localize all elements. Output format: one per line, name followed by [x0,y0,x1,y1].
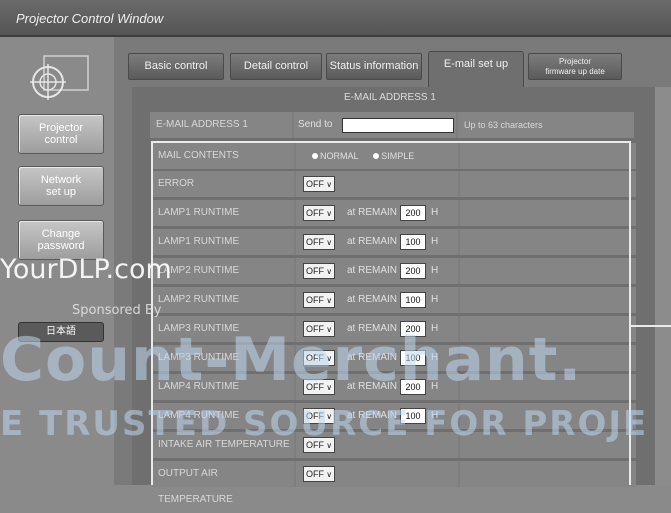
section-title: E-MAIL ADDRESS 1 [344,92,436,103]
language-button[interactable]: 日本語 [18,322,104,342]
projector-control-button[interactable]: Projector control [18,114,104,154]
sidebar: Projector control Network set up Change … [0,37,114,485]
tab-email-setup[interactable]: E-mail set up [428,51,524,87]
tab-status-information[interactable]: Status information [326,53,422,80]
email-address-row: E-MAIL ADDRESS 1 Send to Up to 63 charac… [150,112,634,138]
email-row-field: Send to [294,112,456,138]
change-password-button[interactable]: Change password [18,220,104,260]
tab-firmware-update[interactable]: Projector firmware up date [528,53,622,80]
network-setup-button[interactable]: Network set up [18,166,104,206]
send-to-label: Send to [298,119,333,130]
email-row-label: E-MAIL ADDRESS 1 [150,112,292,138]
email-input[interactable] [342,118,454,133]
right-margin [655,87,671,485]
projector-logo-icon [30,55,89,100]
window-titlebar: Projector Control Window [0,0,671,37]
window-title: Projector Control Window [16,11,164,26]
tab-basic-control[interactable]: Basic control [128,53,224,80]
frame-line [631,325,671,327]
email-row-hint: Up to 63 characters [458,112,634,138]
settings-frame [151,141,631,485]
tab-detail-control[interactable]: Detail control [230,53,322,80]
